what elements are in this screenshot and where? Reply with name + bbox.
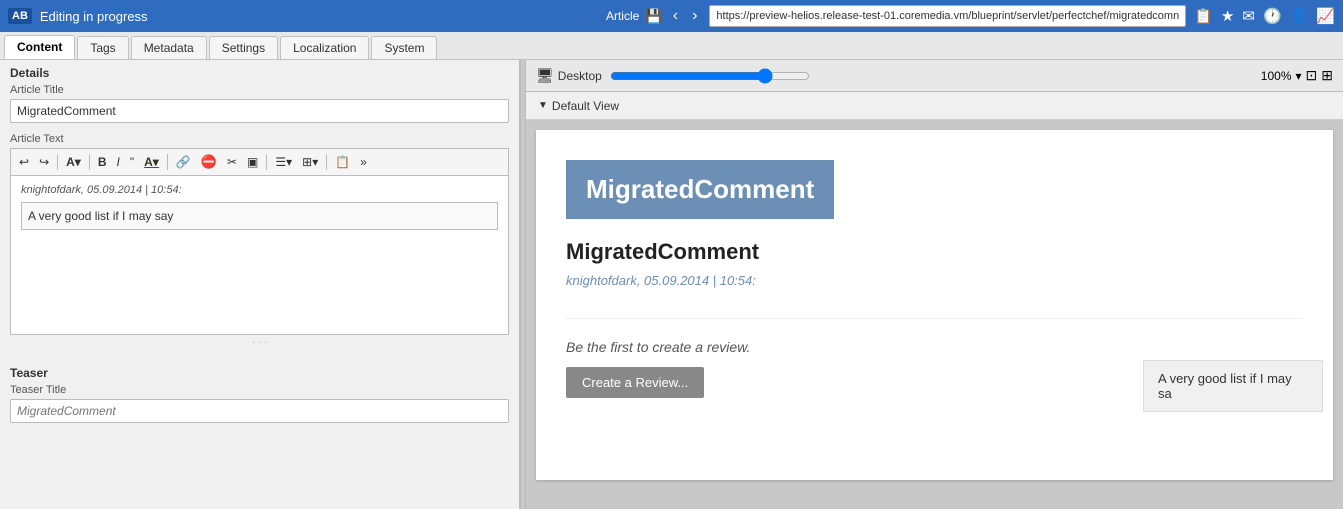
resize-handle[interactable]: · · · (10, 335, 509, 350)
collapse-icon[interactable]: ▼ (538, 100, 548, 111)
preview-toolbar: 🖥 Desktop 100% ▾ ⊡ ⊞ (526, 60, 1343, 92)
paste-button[interactable]: 📋 (331, 153, 354, 171)
color-button[interactable]: A▾ (140, 153, 163, 171)
toolbar-sep-4 (266, 154, 267, 170)
table-button[interactable]: ⊞▾ (298, 153, 322, 171)
preview-comment-bubble: A very good list if I may sa (1143, 360, 1323, 412)
italic-button[interactable]: I (113, 153, 124, 171)
tab-tags[interactable]: Tags (77, 36, 128, 59)
toolbar-sep-3 (167, 154, 168, 170)
teaser-title-input[interactable] (10, 399, 509, 423)
tab-system[interactable]: System (371, 36, 437, 59)
unlink-button[interactable]: ⛔ (197, 152, 221, 172)
teaser-title-label: Teaser Title (10, 384, 509, 396)
image-button[interactable]: ▣ (243, 153, 262, 171)
star-icon[interactable]: ★ (1221, 7, 1234, 25)
tab-metadata[interactable]: Metadata (131, 36, 207, 59)
teaser-title-field: Teaser Title (0, 384, 519, 423)
chart-icon[interactable]: 📈 (1316, 7, 1335, 25)
article-title-field: Article Title (0, 84, 519, 123)
user-icon[interactable]: 👤 (1290, 7, 1309, 25)
device-label: Desktop (558, 69, 602, 83)
clock-icon[interactable]: 🕐 (1263, 7, 1282, 25)
url-text: https://preview-helios.release-test-01.c… (716, 10, 1179, 22)
toolbar-sep-5 (326, 154, 327, 170)
preview-review-text: Be the first to create a review. (566, 339, 1303, 355)
comment-text[interactable]: A very good list if I may say (21, 202, 498, 230)
editor-toolbar: ↩ ↪ A▾ B I " A▾ 🔗 ⛔ ✂ ▣ ☰▾ ⊞▾ 📋 » (10, 148, 509, 175)
editing-status: Editing in progress (40, 9, 148, 24)
preview-article-title: MigratedComment (566, 239, 1303, 265)
preview-view-label: ▼ Default View (526, 92, 1343, 120)
tabs-bar: Content Tags Metadata Settings Localizat… (0, 32, 1343, 60)
link-button[interactable]: 🔗 (172, 153, 195, 171)
rich-editor[interactable]: knightofdark, 05.09.2014 | 10:54: A very… (10, 175, 509, 335)
app-logo: AB (8, 8, 32, 24)
preview-content-area: MigratedComment MigratedComment knightof… (526, 120, 1343, 509)
fit-icon[interactable]: ⊡ (1306, 67, 1318, 84)
zoom-dropdown-icon[interactable]: ▾ (1296, 69, 1302, 83)
teaser-section-header: Teaser (0, 360, 519, 384)
grid-icon[interactable]: ⊞ (1321, 67, 1333, 84)
nav-back-button[interactable]: ‹ (669, 5, 682, 27)
font-button[interactable]: A▾ (62, 153, 85, 171)
top-bar: AB Editing in progress Article 💾 ‹ › htt… (0, 0, 1343, 32)
preview-title-banner: MigratedComment (566, 160, 834, 219)
device-selector[interactable]: 🖥 Desktop (536, 67, 602, 84)
view-name: Default View (552, 99, 619, 113)
bold-button[interactable]: B (94, 153, 111, 171)
redo-button[interactable]: ↪ (35, 153, 53, 171)
main-layout: Details Article Title Article Text ↩ ↪ A… (0, 60, 1343, 509)
nav-forward-button[interactable]: › (688, 5, 701, 27)
article-text-field: Article Text ↩ ↪ A▾ B I " A▾ 🔗 ⛔ ✂ ▣ ☰▾ … (0, 133, 519, 350)
preview-card: MigratedComment MigratedComment knightof… (536, 130, 1333, 480)
tab-localization[interactable]: Localization (280, 36, 369, 59)
article-title-label: Article Title (10, 84, 509, 96)
toolbar-sep-1 (57, 154, 58, 170)
desktop-icon: 🖥 (536, 67, 554, 84)
save-icon[interactable]: 💾 (645, 8, 662, 25)
preview-author: knightofdark, 05.09.2014 | 10:54: (566, 273, 1303, 288)
undo-button[interactable]: ↩ (15, 153, 33, 171)
top-icons: 📋 ★ ✉ 🕐 👤 📈 (1194, 7, 1335, 25)
right-panel: 🖥 Desktop 100% ▾ ⊡ ⊞ ▼ Default View Migr… (526, 60, 1343, 509)
more-button[interactable]: » (356, 153, 371, 171)
align-button[interactable]: ☰▾ (271, 153, 296, 171)
article-label: Article (606, 9, 639, 23)
create-review-button[interactable]: Create a Review... (566, 367, 704, 398)
quote-button[interactable]: " (126, 153, 138, 171)
mail-icon[interactable]: ✉ (1242, 7, 1255, 25)
article-title-input[interactable] (10, 99, 509, 123)
left-panel: Details Article Title Article Text ↩ ↪ A… (0, 60, 520, 509)
article-nav: Article 💾 ‹ › (606, 5, 701, 27)
zoom-value: 100% (1261, 69, 1292, 83)
tab-settings[interactable]: Settings (209, 36, 278, 59)
toolbar-sep-2 (89, 154, 90, 170)
url-bar[interactable]: https://preview-helios.release-test-01.c… (709, 5, 1186, 27)
tab-content[interactable]: Content (4, 35, 75, 59)
clipboard-icon[interactable]: 📋 (1194, 7, 1213, 25)
scissors-button[interactable]: ✂ (223, 153, 241, 171)
details-section-header: Details (0, 60, 519, 84)
article-text-label: Article Text (10, 133, 509, 145)
zoom-area: 100% ▾ ⊡ ⊞ (1261, 67, 1333, 84)
preview-width-slider[interactable] (610, 69, 810, 83)
comment-author: knightofdark, 05.09.2014 | 10:54: (15, 180, 504, 198)
